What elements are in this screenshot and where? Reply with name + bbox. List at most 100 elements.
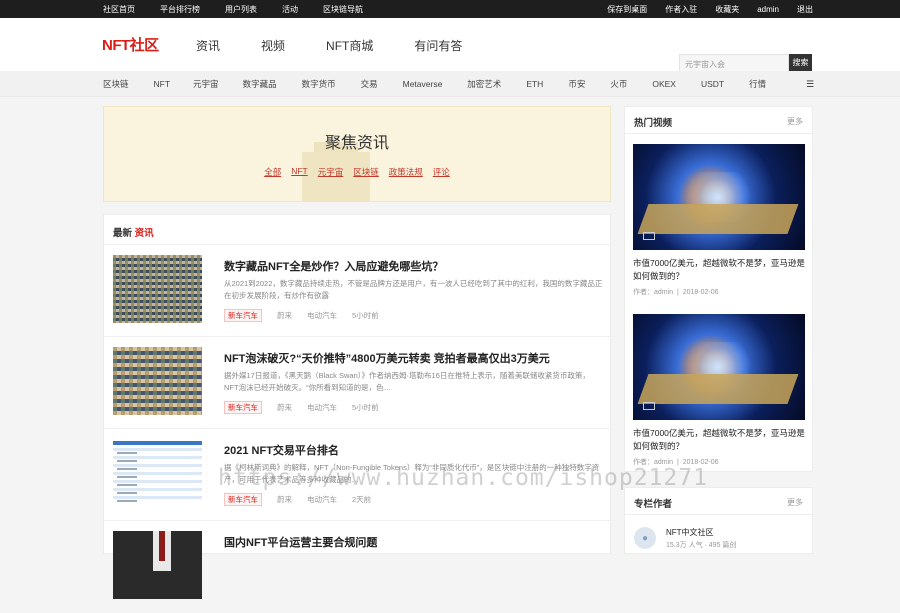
article-thumbnail[interactable] — [113, 439, 202, 507]
category-item[interactable]: 币安 — [568, 78, 585, 90]
latest-news-panel: 最新 资讯 数字藏品NFT全是炒作？入局应避免哪些坑？ 从2021到2022，数… — [103, 214, 612, 599]
article-brand[interactable]: 蔚来 — [277, 494, 292, 505]
article-item[interactable]: 数字藏品NFT全是炒作？入局应避免哪些坑？ 从2021到2022，数字藏品持续走… — [104, 245, 612, 337]
video-thumbnail-badge — [643, 232, 655, 240]
mosaic-image — [113, 347, 202, 415]
topbar-link-home[interactable]: 社区首页 — [103, 4, 135, 15]
category-item[interactable]: 数字货币 — [302, 78, 336, 90]
category-list: 区块链 NFT 元宇宙 数字藏品 数字货币 交易 Metaverse 加密艺术 ETH 币安 火币 O… — [103, 71, 766, 97]
topbar-link-events[interactable]: 活动 — [282, 4, 298, 15]
topbar-link-blockchain-nav[interactable]: 区块链导航 — [323, 4, 363, 15]
article-title[interactable]: NFT泡沫破灭?“天价推特”4800万美元转卖 竞拍者最高仅出3万美元 — [224, 350, 550, 366]
video-title[interactable]: 市值7000亿美元，超越微软不是梦，亚马逊是如何做到的？ — [633, 257, 805, 283]
article-brand[interactable]: 蔚来 — [277, 310, 292, 321]
columnists-more-link[interactable]: 更多 — [787, 497, 803, 508]
mosaic-image — [113, 255, 202, 323]
category-item[interactable]: 火币 — [610, 78, 627, 90]
article-tag[interactable]: 新车汽车 — [224, 493, 262, 506]
nav-item-news[interactable]: 资讯 — [196, 37, 220, 54]
category-item[interactable]: 区块链 — [103, 78, 129, 90]
menu-icon[interactable]: ☰ — [806, 79, 814, 90]
video-date: 2018-02-06 — [682, 289, 719, 296]
video-title[interactable]: 市值7000亿美元，超越微软不是梦，亚马逊是如何做到的？ — [633, 427, 805, 453]
topbar-link-favorites[interactable]: 收藏夹 — [715, 4, 739, 15]
columnists-panel: 专栏作者 更多 ● NFT中文社区 15.3万 人气 · 495 篇创 — [624, 487, 813, 554]
article-thumbnail[interactable] — [113, 347, 202, 415]
filter-comment[interactable]: 评论 — [433, 166, 450, 178]
topbar-link-ranking[interactable]: 平台排行榜 — [160, 4, 200, 15]
video-thumbnail[interactable] — [633, 144, 805, 250]
article-tag[interactable]: 新车汽车 — [224, 401, 262, 414]
search-input[interactable]: 元宇宙入会 — [679, 54, 789, 72]
video-thumbnail-badge — [643, 402, 655, 410]
filter-nft[interactable]: NFT — [291, 166, 308, 178]
article-title[interactable]: 国内NFT平台运营主要合规问题 — [224, 534, 377, 550]
category-item[interactable]: USDT — [701, 79, 724, 89]
category-item[interactable]: ETH — [526, 79, 543, 89]
author-stats: 15.3万 人气 · 495 篇创 — [666, 542, 737, 549]
video-thumbnail[interactable] — [633, 314, 805, 420]
article-thumbnail[interactable] — [113, 531, 202, 599]
video-item[interactable]: 市值7000亿美元，超越微软不是梦，亚马逊是如何做到的？ 作者：admin | … — [633, 144, 805, 297]
category-item[interactable]: Metaverse — [403, 79, 443, 89]
article-brand[interactable]: 蔚来 — [277, 402, 292, 413]
topbar-link-users[interactable]: 用户列表 — [225, 4, 257, 15]
article-item[interactable]: 国内NFT平台运营主要合规问题 — [104, 521, 612, 613]
hot-videos-panel: 热门视频 更多 市值7000亿美元，超越微软不是梦，亚马逊是如何做到的？ 作者：… — [624, 106, 813, 472]
nav-item-qa[interactable]: 有问有答 — [414, 37, 462, 54]
topbar-link-logout[interactable]: 退出 — [797, 4, 813, 15]
article-item[interactable]: NFT泡沫破灭?“天价推特”4800万美元转卖 竞拍者最高仅出3万美元 据外媒1… — [104, 337, 612, 429]
topbar-link-author-join[interactable]: 作者入驻 — [665, 4, 697, 15]
table-image — [113, 439, 202, 507]
filter-policy[interactable]: 政策法规 — [389, 166, 423, 178]
banner-title: 聚焦资讯 — [324, 135, 389, 152]
columnists-header: 专栏作者 更多 — [625, 488, 812, 515]
latest-heading-accent: 资讯 — [134, 228, 154, 239]
hot-videos-more-link[interactable]: 更多 — [787, 116, 803, 127]
author-item[interactable]: ● NFT中文社区 15.3万 人气 · 495 篇创 — [634, 527, 736, 550]
filter-all[interactable]: 全部 — [264, 166, 281, 178]
latest-heading-text: 最新 — [113, 228, 133, 239]
filter-metaverse[interactable]: 元宇宙 — [318, 166, 344, 178]
article-category[interactable]: 电动汽车 — [307, 402, 337, 413]
article-category[interactable]: 电动汽车 — [307, 310, 337, 321]
hot-videos-header: 热门视频 更多 — [625, 107, 812, 134]
article-title[interactable]: 2021 NFT交易平台排名 — [224, 442, 339, 458]
article-title[interactable]: 数字藏品NFT全是炒作？入局应避免哪些坑？ — [224, 258, 443, 274]
top-bar: 社区首页 平台排行榜 用户列表 活动 区块链导航 保存到桌面 作者入驻 收藏夹 … — [0, 0, 900, 18]
avatar[interactable]: ● — [634, 527, 656, 549]
nav-item-video[interactable]: 视频 — [261, 37, 285, 54]
focus-banner: 聚焦资讯 全部 NFT 元宇宙 区块链 政策法规 评论 — [103, 106, 611, 202]
category-nav: 区块链 NFT 元宇宙 数字藏品 数字货币 交易 Metaverse 加密艺术 ETH 币安 火币 O… — [0, 71, 900, 97]
article-category[interactable]: 电动汽车 — [307, 494, 337, 505]
nav-item-nft-mall[interactable]: NFT商城 — [326, 37, 373, 54]
category-item[interactable]: 元宇宙 — [193, 78, 219, 90]
category-item[interactable]: 交易 — [361, 78, 378, 90]
category-item[interactable]: 数字藏品 — [243, 78, 277, 90]
article-meta: 新车汽车 蔚来 电动汽车 5小时前 — [224, 309, 394, 322]
author-name[interactable]: NFT中文社区 — [666, 527, 736, 538]
watermark: https://www.huzhan.com/ishop21271 — [218, 465, 708, 491]
category-item[interactable]: OKEX — [652, 79, 676, 89]
video-item[interactable]: 市值7000亿美元，超越微软不是梦，亚马逊是如何做到的？ 作者：admin | … — [633, 314, 805, 467]
site-logo[interactable]: NFT社区 — [102, 34, 159, 55]
article-time: 5小时前 — [352, 403, 379, 412]
main-nav: 资讯 视频 NFT商城 有问有答 — [196, 37, 503, 54]
article-thumbnail[interactable] — [113, 255, 202, 323]
top-bar-left: 社区首页 平台排行榜 用户列表 活动 区块链导航 — [103, 0, 388, 18]
search-box: 元宇宙入会 搜索 — [679, 54, 812, 72]
gavel-image — [113, 531, 202, 599]
article-time: 5小时前 — [352, 311, 379, 320]
category-item[interactable]: 行情 — [749, 78, 766, 90]
category-item[interactable]: NFT — [154, 79, 171, 89]
article-time: 2天前 — [352, 495, 372, 504]
video-thumbnail-plate — [637, 374, 799, 404]
article-tag[interactable]: 新车汽车 — [224, 309, 262, 322]
topbar-link-save-desktop[interactable]: 保存到桌面 — [607, 4, 647, 15]
topbar-link-user[interactable]: admin — [757, 5, 779, 14]
columnists-title: 专栏作者 — [634, 499, 673, 510]
category-item[interactable]: 加密艺术 — [467, 78, 501, 90]
search-button[interactable]: 搜索 — [789, 54, 812, 72]
filter-blockchain[interactable]: 区块链 — [353, 166, 379, 178]
author-info: NFT中文社区 15.3万 人气 · 495 篇创 — [666, 527, 736, 550]
